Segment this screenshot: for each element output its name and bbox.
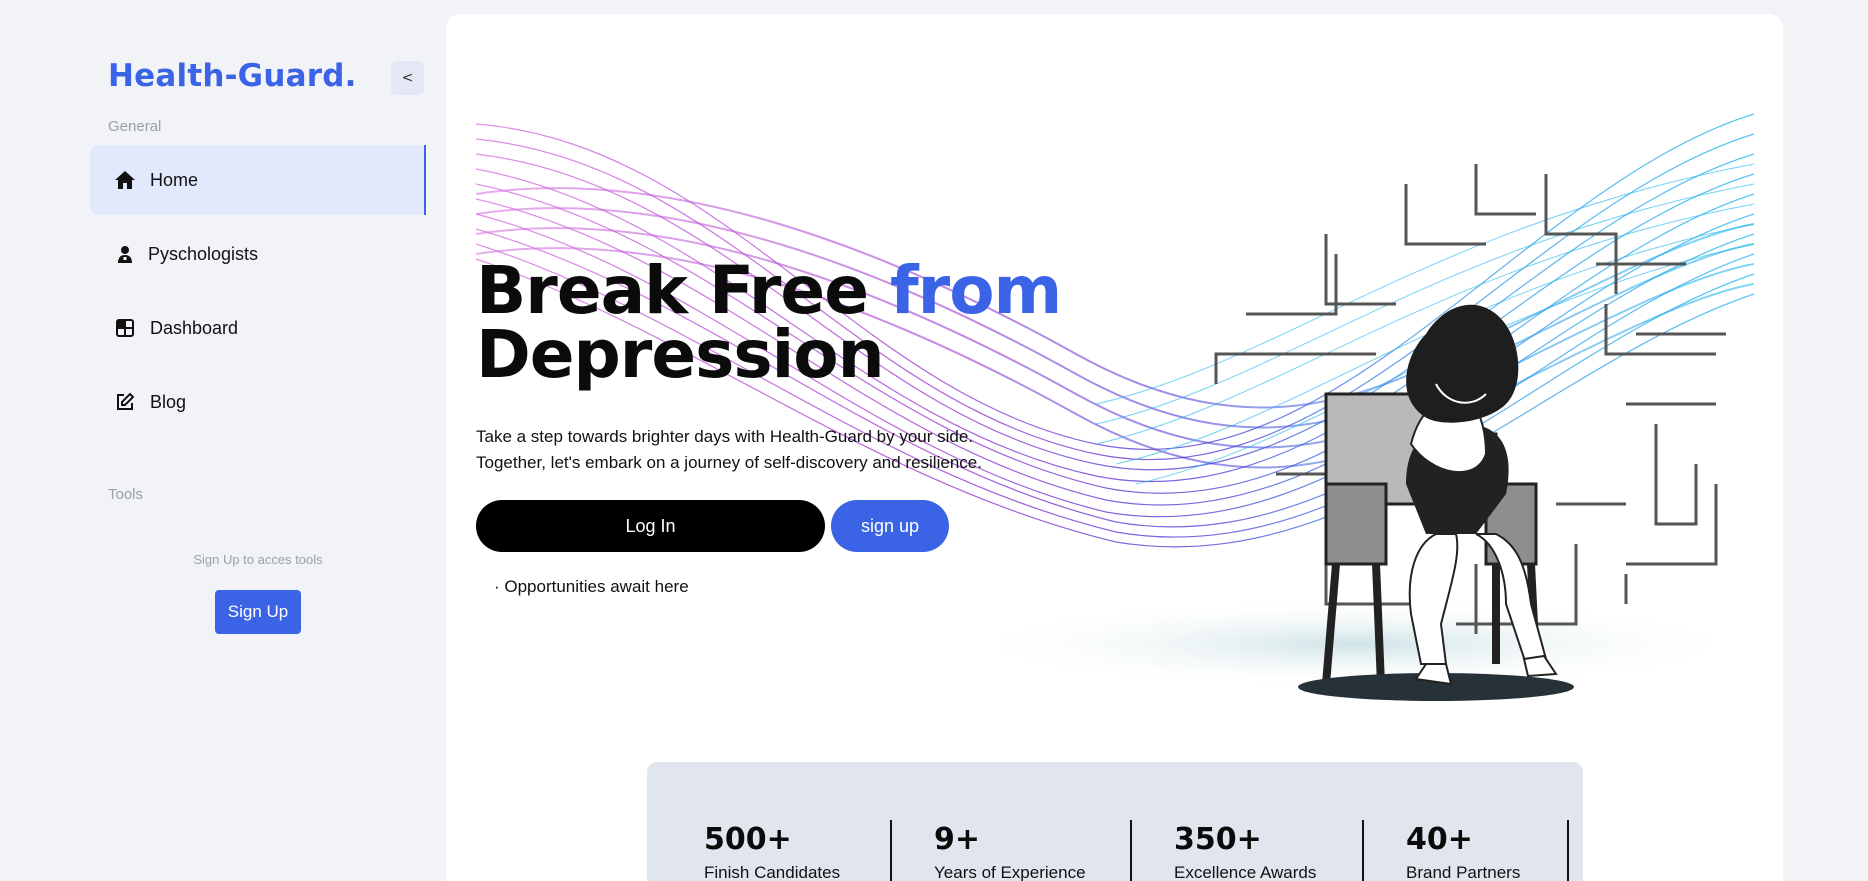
stat-label: Finish Candidates [704,863,841,881]
sidebar-item-label: Blog [150,391,187,412]
stat-value: 9+ [934,822,981,857]
collapse-sidebar-button[interactable]: < [391,61,424,95]
sidebar-item-blog[interactable]: Blog [90,367,426,437]
home-icon [114,169,136,191]
stat-label: Years of Experience [934,863,1086,881]
sidebar-item-dashboard[interactable]: Dashboard [90,293,426,363]
stats-divider [1130,820,1132,881]
stat-value: 500+ [704,822,792,857]
hero-subtext-line1: Take a step towards brighter days with H… [476,427,974,446]
headline-accent: from [889,252,1062,329]
edit-icon [114,391,136,413]
stat-value: 40+ [1406,822,1473,857]
stat-value: 350+ [1174,822,1262,857]
tools-section-label: Tools [108,486,144,503]
stat-label: Excellence Awards [1174,863,1317,881]
person-icon [114,243,136,265]
stat-label: Brand Partners [1406,863,1521,881]
stat-candidates: 500+ Finish Candidates [704,822,840,881]
sidebar: Health-Guard. < General Home Pyschologis… [0,0,440,881]
main-content: Break Free from Depression Take a step t… [446,14,1783,881]
tools-hint-text: Sign Up to acces tools [193,552,323,567]
hero-subtext: Take a step towards brighter days with H… [476,424,1036,476]
stats-panel: 500+ Finish Candidates 9+ Years of Exper… [647,762,1583,881]
stat-experience: 9+ Years of Experience [934,822,1086,881]
stats-divider [1362,820,1364,881]
login-button[interactable]: Log In [476,500,825,552]
sidebar-item-label: Pyschologists [148,243,259,264]
opportunities-text: · Opportunities await here [494,577,689,596]
sidebar-item-pyschologists[interactable]: Pyschologists [90,219,426,289]
sidebar-sign-up-button[interactable]: Sign Up [215,590,301,634]
hero-illustration [476,113,1754,701]
hero-headline: Break Free from Depression [476,258,1062,388]
hero-subtext-line2: Together, let's embark on a journey of s… [476,453,982,472]
headline-line2: Depression [476,316,885,393]
signup-button[interactable]: sign up [831,500,949,552]
sidebar-item-home[interactable]: Home [90,145,426,215]
sidebar-item-label: Dashboard [150,317,239,338]
grid-icon [114,317,136,339]
stat-awards: 350+ Excellence Awards [1174,822,1316,881]
brand-logo[interactable]: Health-Guard. [108,58,357,94]
sidebar-item-label: Home [150,169,199,190]
general-section-label: General [108,118,162,135]
stats-divider [890,820,892,881]
stats-divider [1567,820,1569,881]
stat-partners: 40+ Brand Partners [1406,822,1520,881]
